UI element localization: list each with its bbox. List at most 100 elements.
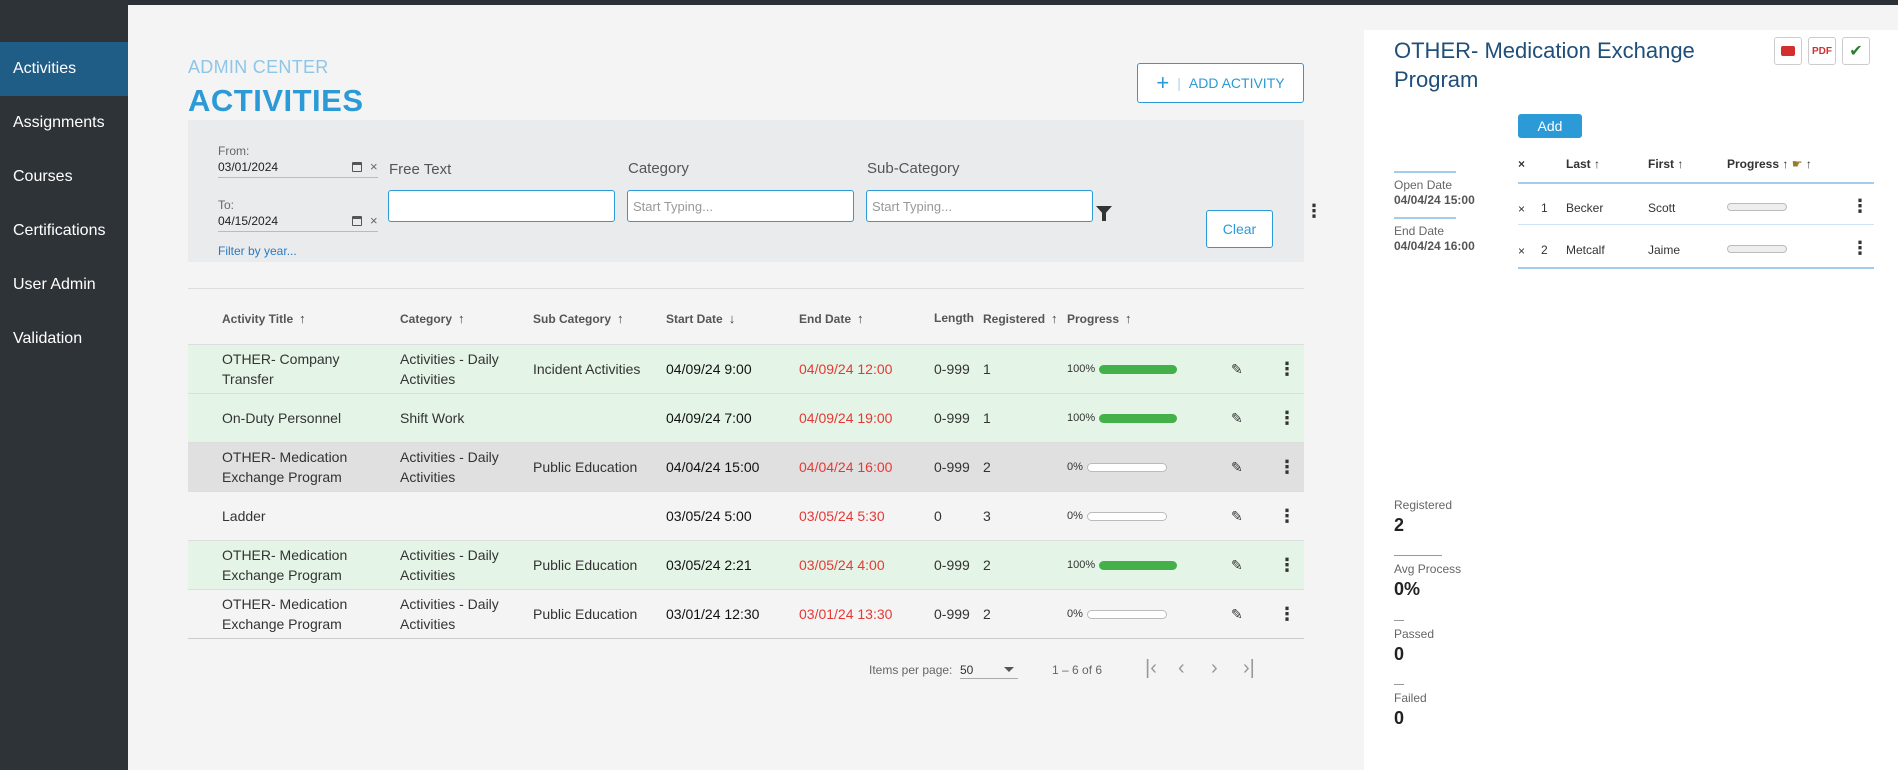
col-registered-header[interactable]: Registered ↑ bbox=[983, 311, 1058, 326]
progress-bar-fill bbox=[1099, 560, 1178, 570]
video-icon[interactable] bbox=[1774, 37, 1802, 65]
activity-start-date: 03/05/24 2:21 bbox=[666, 557, 752, 573]
chevron-down-icon[interactable] bbox=[1004, 667, 1014, 672]
col-first-header[interactable]: First ↑ bbox=[1648, 157, 1683, 171]
items-per-page-label: Items per page: bbox=[869, 663, 953, 677]
edit-icon[interactable]: ✎ bbox=[1231, 555, 1243, 575]
activity-length: 0-999 bbox=[934, 361, 970, 377]
row-more-icon[interactable]: ⋮ bbox=[1278, 359, 1296, 379]
col-category-header[interactable]: Category ↑ bbox=[400, 311, 465, 326]
activity-subcategory: Public Education bbox=[533, 606, 638, 622]
end-date-rule bbox=[1394, 217, 1456, 219]
sidebar-item-certifications[interactable]: Certifications bbox=[0, 204, 149, 258]
activity-progress: 0% bbox=[1067, 604, 1167, 624]
clear-to-icon[interactable]: × bbox=[370, 213, 378, 228]
col-start-header[interactable]: Start Date ↓ bbox=[666, 311, 735, 326]
clear-button[interactable]: Clear bbox=[1206, 210, 1273, 248]
calendar-icon[interactable] bbox=[352, 216, 362, 226]
edit-icon[interactable]: ✎ bbox=[1231, 506, 1243, 526]
row-more-icon[interactable]: ⋮ bbox=[1278, 506, 1296, 526]
pdf-icon[interactable]: PDF bbox=[1808, 37, 1836, 65]
from-label: From: bbox=[218, 144, 250, 158]
table-row[interactable]: On-Duty Personnel Shift Work 04/09/24 7:00… bbox=[188, 393, 1304, 442]
certificate-check-icon[interactable]: ✔ bbox=[1842, 37, 1870, 65]
activity-start-date: 04/09/24 7:00 bbox=[666, 410, 752, 426]
sidebar-item-assignments[interactable]: Assignments bbox=[0, 96, 149, 150]
activity-end-date: 03/05/24 5:30 bbox=[799, 508, 885, 524]
last-page-icon[interactable]: ›| bbox=[1243, 657, 1255, 680]
activity-title: Ladder bbox=[222, 508, 266, 524]
sort-up-icon: ↑ bbox=[299, 311, 306, 326]
activity-registered: 2 bbox=[983, 606, 991, 622]
activity-subcategory: Incident Activities bbox=[533, 361, 641, 377]
sort-down-icon: ↓ bbox=[728, 311, 736, 326]
subcategory-input[interactable]: Start Typing... bbox=[866, 190, 1093, 222]
table-row[interactable]: Ladder 03/05/24 5:00 03/05/24 5:30 0 3 0% ✎ ⋮ bbox=[188, 491, 1304, 540]
filter-by-year-link[interactable]: Filter by year... bbox=[218, 244, 297, 258]
remove-registrant-icon[interactable]: × bbox=[1518, 244, 1525, 258]
activity-registered: 2 bbox=[983, 459, 991, 475]
registrants-bottom-rule bbox=[1518, 267, 1874, 269]
registered-value: 2 bbox=[1394, 515, 1405, 535]
activity-title: On-Duty Personnel bbox=[222, 410, 342, 426]
add-activity-button[interactable]: + | ADD ACTIVITY bbox=[1137, 63, 1304, 103]
progress-percent: 100% bbox=[1067, 412, 1096, 424]
remove-registrant-icon[interactable]: × bbox=[1518, 202, 1525, 216]
table-row[interactable]: OTHER- Company Transfer Activities - Dail… bbox=[188, 344, 1304, 393]
table-row[interactable]: OTHER- Medication Exchange Program Activi… bbox=[188, 442, 1304, 491]
sidebar-item-activities[interactable]: Activities bbox=[0, 42, 149, 96]
table-row[interactable]: OTHER- Medication Exchange Program Activi… bbox=[188, 540, 1304, 589]
table-bottom-rule bbox=[188, 638, 1304, 639]
failed-value: 0 bbox=[1394, 708, 1405, 728]
table-row[interactable]: OTHER- Medication Exchange Program Activi… bbox=[188, 589, 1304, 638]
next-page-icon[interactable]: › bbox=[1211, 657, 1218, 680]
category-input[interactable]: Start Typing... bbox=[627, 190, 854, 222]
previous-page-icon[interactable]: ‹ bbox=[1178, 657, 1185, 680]
clear-from-icon[interactable]: × bbox=[370, 159, 378, 174]
activity-category: Activities - Daily Activities bbox=[400, 351, 499, 387]
sidebar-item-courses[interactable]: Courses bbox=[0, 150, 149, 204]
edit-icon[interactable]: ✎ bbox=[1231, 604, 1243, 624]
passed-label: Passed bbox=[1394, 627, 1435, 641]
activity-progress: 100% bbox=[1067, 555, 1178, 575]
activity-progress: 0% bbox=[1067, 506, 1167, 526]
sidebar-item-user-admin[interactable]: User Admin bbox=[0, 258, 149, 312]
progress-percent: 100% bbox=[1067, 363, 1096, 375]
col-end-header[interactable]: End Date ↑ bbox=[799, 311, 864, 326]
activity-length: 0-999 bbox=[934, 459, 970, 475]
sort-up-icon: ↑ bbox=[1594, 157, 1601, 171]
row-more-icon[interactable]: ⋮ bbox=[1278, 604, 1296, 624]
first-page-icon[interactable]: |‹ bbox=[1145, 657, 1157, 680]
activity-start-date: 03/05/24 5:00 bbox=[666, 508, 752, 524]
registrant-progress-bar bbox=[1727, 245, 1787, 253]
add-registrant-button[interactable]: Add bbox=[1518, 114, 1582, 138]
col-subcategory-header[interactable]: Sub Category ↑ bbox=[533, 311, 624, 326]
row-more-icon[interactable]: ⋮ bbox=[1278, 408, 1296, 428]
from-date-input[interactable]: 03/01/2024 bbox=[218, 160, 278, 174]
main-content: ADMIN CENTER ACTIVITIES + | ADD ACTIVITY… bbox=[128, 5, 1366, 770]
remove-all-icon[interactable]: × bbox=[1518, 157, 1525, 171]
col-progress-header[interactable]: Progress ↑ bbox=[1067, 311, 1132, 326]
sidebar-item-validation[interactable]: Validation bbox=[0, 312, 149, 366]
col-progress-header[interactable]: Progress ↑ ☛ ↑ bbox=[1727, 157, 1812, 171]
to-label: To: bbox=[218, 198, 235, 212]
progress-bar bbox=[1086, 511, 1167, 521]
to-date-input[interactable]: 04/15/2024 bbox=[218, 214, 278, 228]
row-more-icon[interactable]: ⋮ bbox=[1278, 457, 1296, 477]
registrant-more-icon[interactable]: ⋮ bbox=[1851, 196, 1869, 217]
col-last-header[interactable]: Last ↑ bbox=[1566, 157, 1600, 171]
row-more-icon[interactable]: ⋮ bbox=[1278, 555, 1296, 575]
activity-title: OTHER- Company Transfer bbox=[222, 351, 340, 387]
activity-end-date: 03/01/24 13:30 bbox=[799, 606, 893, 622]
filter-more-icon-glyph[interactable]: ⋮ bbox=[1305, 202, 1323, 220]
edit-icon[interactable]: ✎ bbox=[1231, 408, 1243, 428]
sort-up-icon: ↑ bbox=[1677, 157, 1684, 171]
calendar-icon[interactable] bbox=[352, 162, 362, 172]
edit-icon[interactable]: ✎ bbox=[1231, 359, 1243, 379]
free-text-input[interactable] bbox=[388, 190, 615, 222]
passed-value: 0 bbox=[1394, 644, 1405, 664]
col-title-header[interactable]: Activity Title ↑ bbox=[222, 311, 306, 326]
edit-icon[interactable]: ✎ bbox=[1231, 457, 1243, 477]
activity-category: Activities - Daily Activities bbox=[400, 449, 499, 485]
registrant-more-icon[interactable]: ⋮ bbox=[1851, 238, 1869, 259]
